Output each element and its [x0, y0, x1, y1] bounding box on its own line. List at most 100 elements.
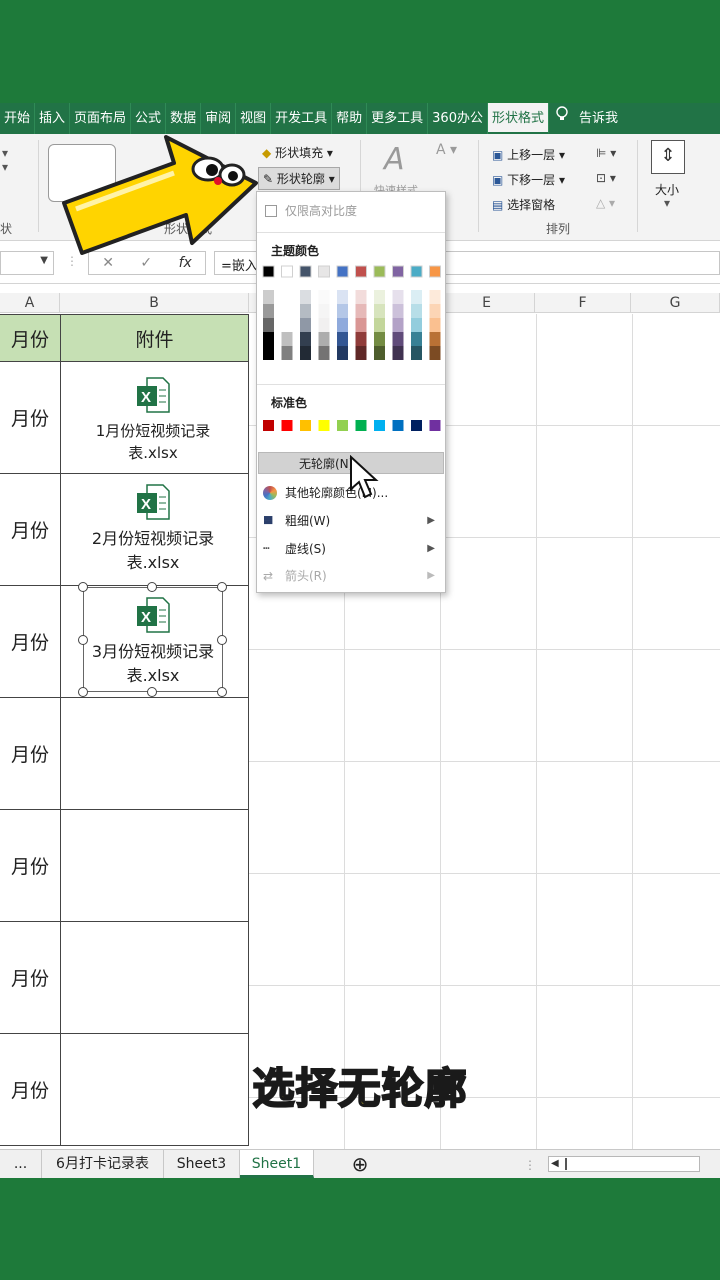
- resize-handle[interactable]: [78, 582, 88, 592]
- theme-color-tint-swatch[interactable]: [374, 318, 385, 332]
- embedded-file-2[interactable]: X 2月份短视频记录 表.xlsx: [78, 483, 228, 575]
- standard-color-swatch[interactable]: [392, 420, 404, 431]
- scroll-thumb[interactable]: [565, 1158, 567, 1170]
- theme-color-tint-swatch[interactable]: [429, 346, 441, 360]
- resize-handle[interactable]: [217, 635, 227, 645]
- resize-handle[interactable]: [78, 635, 88, 645]
- theme-color-tint-swatch[interactable]: [318, 318, 330, 332]
- sheet-tab-sheet3[interactable]: Sheet3: [164, 1150, 240, 1178]
- theme-color-tint-swatch[interactable]: [429, 332, 441, 346]
- bring-forward-button[interactable]: ▣ 上移一层 ▾: [492, 146, 565, 163]
- theme-color-tint-swatch[interactable]: [281, 346, 293, 360]
- theme-color-tint-swatch[interactable]: [281, 304, 293, 318]
- selection-pane-button[interactable]: ▤ 选择窗格: [492, 196, 555, 213]
- theme-color-tint-swatch[interactable]: [300, 304, 311, 318]
- rotate-icon[interactable]: △ ▾: [596, 196, 615, 210]
- theme-color-tint-swatch[interactable]: [374, 304, 385, 318]
- sheet-tab-june-checkin[interactable]: 6月打卡记录表: [42, 1150, 164, 1178]
- theme-color-tint-swatch[interactable]: [392, 318, 404, 332]
- shape-outline-button[interactable]: ✎ 形状轮廓 ▾: [258, 167, 340, 190]
- standard-color-swatch[interactable]: [281, 420, 293, 431]
- theme-color-tint-swatch[interactable]: [429, 304, 441, 318]
- theme-color-swatch[interactable]: [373, 265, 386, 278]
- theme-color-tint-swatch[interactable]: [263, 346, 274, 360]
- embedded-file-1[interactable]: X 1月份短视频记录 表.xlsx: [78, 376, 228, 464]
- sheet-tab-sheet1[interactable]: Sheet1: [240, 1150, 314, 1178]
- tab-help[interactable]: 帮助: [332, 103, 368, 134]
- resize-handle[interactable]: [147, 582, 157, 592]
- standard-color-swatch[interactable]: [263, 420, 274, 431]
- theme-color-tint-swatch[interactable]: [337, 304, 348, 318]
- month-cell[interactable]: 月份: [0, 474, 61, 586]
- arrows-item[interactable]: ⇄ 箭头(R) ▶: [257, 565, 445, 587]
- resize-handle[interactable]: [147, 687, 157, 697]
- theme-color-tint-swatch[interactable]: [300, 318, 311, 332]
- theme-color-swatch[interactable]: [262, 265, 275, 278]
- lightbulb-icon[interactable]: [549, 103, 575, 134]
- tab-tell-me[interactable]: 告诉我: [575, 103, 622, 134]
- tab-home[interactable]: 开始: [0, 103, 36, 134]
- month-cell[interactable]: 月份: [0, 922, 61, 1034]
- theme-color-tint-swatch[interactable]: [392, 332, 404, 346]
- theme-color-tint-swatch[interactable]: [355, 332, 367, 346]
- selected-object-frame[interactable]: [83, 587, 223, 692]
- text-outline-icon[interactable]: A ▾: [436, 142, 457, 158]
- theme-color-tint-swatch[interactable]: [337, 290, 348, 304]
- theme-color-tint-swatch[interactable]: [392, 304, 404, 318]
- theme-color-swatches[interactable]: [257, 262, 445, 374]
- month-cell[interactable]: 月份: [0, 698, 61, 810]
- column-header-g[interactable]: G: [631, 293, 720, 313]
- theme-color-tint-swatch[interactable]: [411, 346, 422, 360]
- scroll-left-icon[interactable]: ◀: [551, 1158, 559, 1169]
- shape-fill-button[interactable]: ◆ 形状填充 ▾: [262, 144, 333, 161]
- column-header-a[interactable]: A: [0, 293, 60, 313]
- column-header-b[interactable]: B: [60, 293, 249, 313]
- theme-color-tint-swatch[interactable]: [374, 290, 385, 304]
- month-cell[interactable]: 月份: [0, 810, 61, 922]
- attachment-cell[interactable]: [60, 698, 249, 810]
- theme-color-tint-swatch[interactable]: [411, 290, 422, 304]
- resize-handle[interactable]: [217, 582, 227, 592]
- theme-color-tint-swatch[interactable]: [263, 332, 274, 346]
- theme-color-tint-swatch[interactable]: [374, 346, 385, 360]
- tab-more-tools[interactable]: 更多工具: [367, 103, 429, 134]
- theme-color-tint-swatch[interactable]: [355, 346, 367, 360]
- theme-color-tint-swatch[interactable]: [355, 290, 367, 304]
- theme-color-tint-swatch[interactable]: [263, 290, 274, 304]
- group-icon[interactable]: ⊡ ▾: [596, 171, 616, 185]
- theme-color-tint-swatch[interactable]: [374, 332, 385, 346]
- header-cell-attachment[interactable]: 附件: [60, 314, 249, 362]
- align-icon[interactable]: ⊫ ▾: [596, 146, 616, 160]
- theme-color-tint-swatch[interactable]: [281, 318, 293, 332]
- column-header-f[interactable]: F: [535, 293, 631, 313]
- theme-color-swatch[interactable]: [318, 265, 330, 278]
- standard-color-swatch[interactable]: [337, 420, 348, 431]
- attachment-cell[interactable]: [60, 810, 249, 922]
- resize-handle[interactable]: [78, 687, 88, 697]
- month-cell[interactable]: 月份: [0, 362, 61, 474]
- theme-color-tint-swatch[interactable]: [411, 304, 422, 318]
- theme-color-swatch[interactable]: [429, 265, 441, 278]
- theme-color-swatch[interactable]: [410, 265, 423, 278]
- theme-color-tint-swatch[interactable]: [318, 290, 330, 304]
- resize-handle[interactable]: [217, 687, 227, 697]
- header-cell-month[interactable]: 月份: [0, 314, 61, 362]
- column-header-e[interactable]: E: [439, 293, 535, 313]
- theme-color-tint-swatch[interactable]: [300, 332, 311, 346]
- standard-color-swatch[interactable]: [374, 420, 385, 431]
- theme-color-tint-swatch[interactable]: [392, 290, 404, 304]
- theme-color-tint-swatch[interactable]: [318, 332, 330, 346]
- theme-color-tint-swatch[interactable]: [337, 346, 348, 360]
- size-dropdown-icon[interactable]: ▾: [664, 196, 670, 210]
- theme-color-tint-swatch[interactable]: [337, 332, 348, 346]
- attachment-cell[interactable]: [60, 922, 249, 1034]
- theme-color-tint-swatch[interactable]: [263, 318, 274, 332]
- theme-color-swatch[interactable]: [355, 265, 367, 278]
- dashes-item[interactable]: ┅ 虚线(S) ▶: [257, 538, 445, 560]
- theme-color-swatch[interactable]: [281, 265, 293, 278]
- standard-color-swatches[interactable]: [257, 416, 445, 436]
- theme-color-swatch[interactable]: [299, 265, 312, 278]
- theme-color-tint-swatch[interactable]: [429, 318, 441, 332]
- standard-color-swatch[interactable]: [318, 420, 330, 431]
- send-backward-button[interactable]: ▣ 下移一层 ▾: [492, 171, 565, 188]
